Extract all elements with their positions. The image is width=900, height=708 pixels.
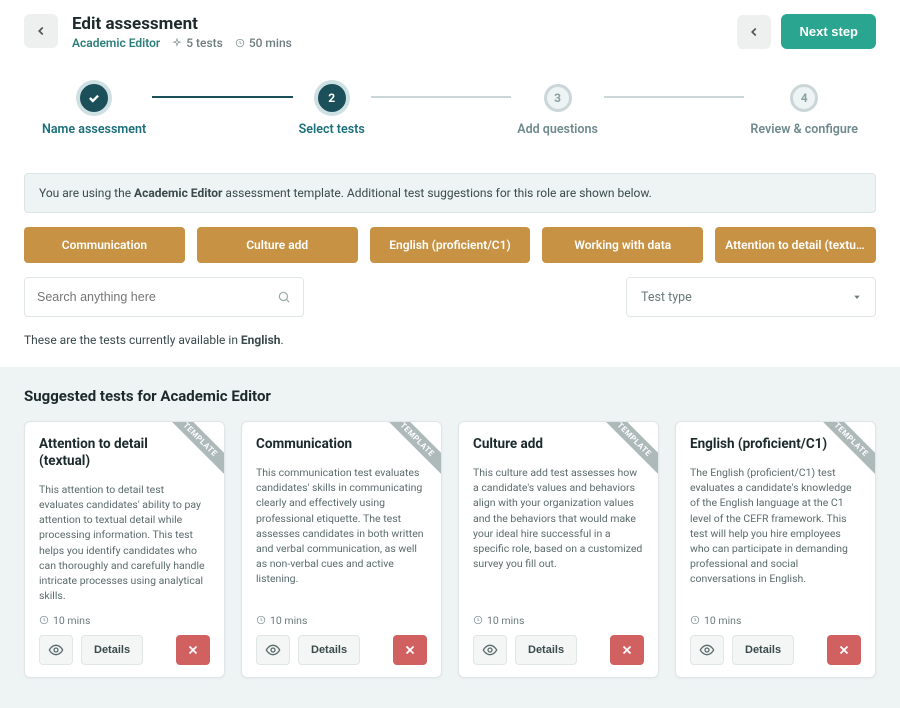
step-connector (152, 96, 292, 98)
chip-english-c1[interactable]: English (proficient/C1) (370, 227, 531, 263)
card-footer: 10 mins Details (690, 614, 861, 665)
check-icon (87, 91, 101, 105)
test-duration: 10 mins (256, 614, 307, 627)
eye-icon (48, 642, 64, 658)
preview-button[interactable] (256, 635, 290, 665)
select-label: Test type (641, 290, 692, 305)
step-name-assessment[interactable]: Name assessment (42, 84, 146, 137)
card-footer: 10 mins Details (473, 614, 644, 665)
suggested-cards: TEMPLATE Attention to detail (textual) T… (24, 421, 876, 678)
card-actions: Details (690, 635, 861, 665)
caret-down-icon (853, 293, 861, 301)
details-button[interactable]: Details (515, 635, 577, 665)
test-duration: 10 mins (473, 614, 524, 627)
remove-button[interactable] (176, 635, 210, 665)
step-label: Add questions (517, 122, 598, 137)
test-title: English (proficient/C1) (690, 436, 861, 453)
test-description: This attention to detail test evaluates … (39, 482, 210, 604)
step-select-tests[interactable]: 2 Select tests (299, 84, 365, 137)
eye-icon (265, 642, 281, 658)
step-label: Select tests (299, 122, 365, 137)
stepper: Name assessment 2 Select tests 3 Add que… (0, 68, 900, 165)
sparkle-icon (172, 38, 182, 48)
details-button[interactable]: Details (81, 635, 143, 665)
duration-meta: 50 mins (235, 36, 292, 50)
close-icon (837, 643, 851, 657)
step-indicator (80, 84, 108, 112)
back-button[interactable] (24, 14, 58, 48)
remove-button[interactable] (610, 635, 644, 665)
step-connector (604, 96, 744, 98)
chip-attention-detail[interactable]: Attention to detail (textual) (715, 227, 876, 263)
title-block: Edit assessment Academic Editor 5 tests … (72, 14, 292, 50)
step-add-questions[interactable]: 3 Add questions (517, 84, 598, 137)
page-header: Edit assessment Academic Editor 5 tests … (0, 0, 900, 68)
filter-controls: Test type (0, 277, 900, 333)
preview-button[interactable] (690, 635, 724, 665)
prev-step-button[interactable] (737, 15, 771, 49)
preview-button[interactable] (473, 635, 507, 665)
clock-icon (39, 615, 49, 625)
subtitle-line: Academic Editor 5 tests 50 mins (72, 36, 292, 50)
search-input[interactable] (37, 290, 277, 304)
availability-note: These are the tests currently available … (0, 333, 900, 367)
suggested-section: Suggested tests for Academic Editor TEMP… (0, 367, 900, 708)
remove-button[interactable] (393, 635, 427, 665)
eye-icon (482, 642, 498, 658)
test-title: Communication (256, 436, 427, 453)
clock-icon (473, 615, 483, 625)
clock-icon (235, 38, 245, 48)
test-card: TEMPLATE English (proficient/C1) The Eng… (675, 421, 876, 678)
step-label: Review & configure (750, 122, 858, 137)
remove-button[interactable] (827, 635, 861, 665)
test-title: Culture add (473, 436, 644, 453)
close-icon (620, 643, 634, 657)
test-card: TEMPLATE Attention to detail (textual) T… (24, 421, 225, 678)
close-icon (403, 643, 417, 657)
template-banner: You are using the Academic Editor assess… (24, 173, 876, 213)
preview-button[interactable] (39, 635, 73, 665)
test-duration: 10 mins (690, 614, 741, 627)
chip-working-with-data[interactable]: Working with data (542, 227, 703, 263)
clock-icon (256, 615, 266, 625)
test-type-select[interactable]: Test type (626, 277, 876, 317)
page-title: Edit assessment (72, 14, 292, 34)
close-icon (186, 643, 200, 657)
header-right: Next step (737, 14, 876, 49)
chevron-left-icon (34, 24, 48, 38)
header-left: Edit assessment Academic Editor 5 tests … (24, 14, 292, 50)
step-review-configure[interactable]: 4 Review & configure (750, 84, 858, 137)
test-description: The English (proficient/C1) test evaluat… (690, 465, 861, 604)
test-title: Attention to detail (textual) (39, 436, 210, 470)
card-footer: 10 mins Details (256, 614, 427, 665)
card-footer: 10 mins Details (39, 614, 210, 665)
details-button[interactable]: Details (298, 635, 360, 665)
search-icon (277, 290, 291, 304)
step-indicator: 3 (544, 84, 572, 112)
test-description: This communication test evaluates candid… (256, 465, 427, 604)
test-duration: 10 mins (39, 614, 90, 627)
clock-icon (690, 615, 700, 625)
chevron-left-icon (747, 25, 761, 39)
step-connector (371, 96, 511, 98)
card-actions: Details (256, 635, 427, 665)
details-button[interactable]: Details (732, 635, 794, 665)
chip-culture-add[interactable]: Culture add (197, 227, 358, 263)
step-indicator: 4 (790, 84, 818, 112)
test-card: TEMPLATE Communication This communicatio… (241, 421, 442, 678)
card-actions: Details (39, 635, 210, 665)
search-box[interactable] (24, 277, 304, 317)
tests-count: 5 tests (172, 36, 223, 50)
selected-tests-chips: Communication Culture add English (profi… (0, 227, 900, 277)
eye-icon (699, 642, 715, 658)
test-card: TEMPLATE Culture add This culture add te… (458, 421, 659, 678)
role-name: Academic Editor (72, 36, 160, 50)
suggested-heading: Suggested tests for Academic Editor (24, 387, 876, 405)
card-actions: Details (473, 635, 644, 665)
step-label: Name assessment (42, 122, 146, 137)
step-indicator: 2 (318, 84, 346, 112)
test-description: This culture add test assesses how a can… (473, 465, 644, 604)
next-step-button[interactable]: Next step (781, 14, 876, 49)
chip-communication[interactable]: Communication (24, 227, 185, 263)
